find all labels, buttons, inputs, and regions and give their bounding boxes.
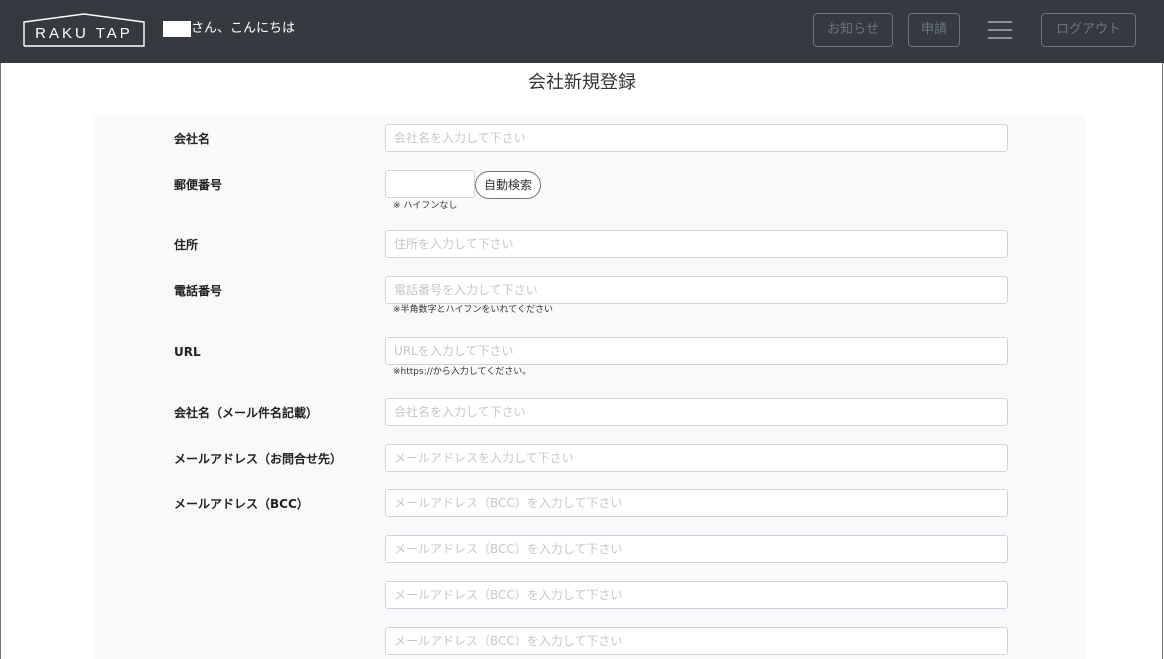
page-title: 会社新規登録 xyxy=(528,72,636,93)
bcc-email-input-4[interactable] xyxy=(385,627,1008,655)
contact-email-label: メールアドレス（お問合せ先） xyxy=(174,452,343,466)
phone-label: 電話番号 xyxy=(174,284,223,298)
postal-code-help: ※ ハイフンなし xyxy=(393,201,458,211)
phone-input[interactable] xyxy=(385,276,1008,304)
company-name-input[interactable] xyxy=(385,124,1008,152)
url-input[interactable] xyxy=(385,337,1008,365)
apply-button[interactable]: 申請 xyxy=(908,13,960,47)
address-input[interactable] xyxy=(385,230,1008,258)
page-border-right xyxy=(1162,63,1163,659)
logout-button[interactable]: ログアウト xyxy=(1041,13,1136,47)
address-label: 住所 xyxy=(174,238,199,252)
postal-code-input[interactable] xyxy=(385,170,475,198)
greeting-text: さん、こんにちは xyxy=(191,21,296,36)
bcc-email-input-1[interactable] xyxy=(385,489,1008,517)
mail-company-name-label: 会社名（メール件名記載） xyxy=(174,406,319,420)
phone-help: ※半角数字とハイフンをいれてください xyxy=(393,305,554,315)
logo-text: RAKU TAP xyxy=(35,25,133,42)
bcc-email-label: メールアドレス（BCC） xyxy=(174,497,309,511)
notice-button[interactable]: お知らせ xyxy=(813,13,893,47)
url-help: ※https://から入力してください。 xyxy=(393,367,532,377)
navbar: RAKU TAP さん、こんにちは お知らせ 申請 ログアウト xyxy=(0,0,1164,63)
postal-code-label: 郵便番号 xyxy=(174,178,223,192)
username-redacted xyxy=(163,21,191,37)
hamburger-icon[interactable] xyxy=(988,20,1012,40)
bcc-email-input-2[interactable] xyxy=(385,535,1008,563)
form-panel xyxy=(94,116,1086,659)
company-name-label: 会社名 xyxy=(174,132,211,146)
auto-search-button[interactable]: 自動検索 xyxy=(475,171,541,199)
contact-email-input[interactable] xyxy=(385,444,1008,472)
page-border-left xyxy=(0,63,1,659)
raku-tap-logo[interactable]: RAKU TAP xyxy=(23,13,145,47)
url-label: URL xyxy=(174,345,201,359)
mail-company-name-input[interactable] xyxy=(385,398,1008,426)
bcc-email-input-3[interactable] xyxy=(385,581,1008,609)
